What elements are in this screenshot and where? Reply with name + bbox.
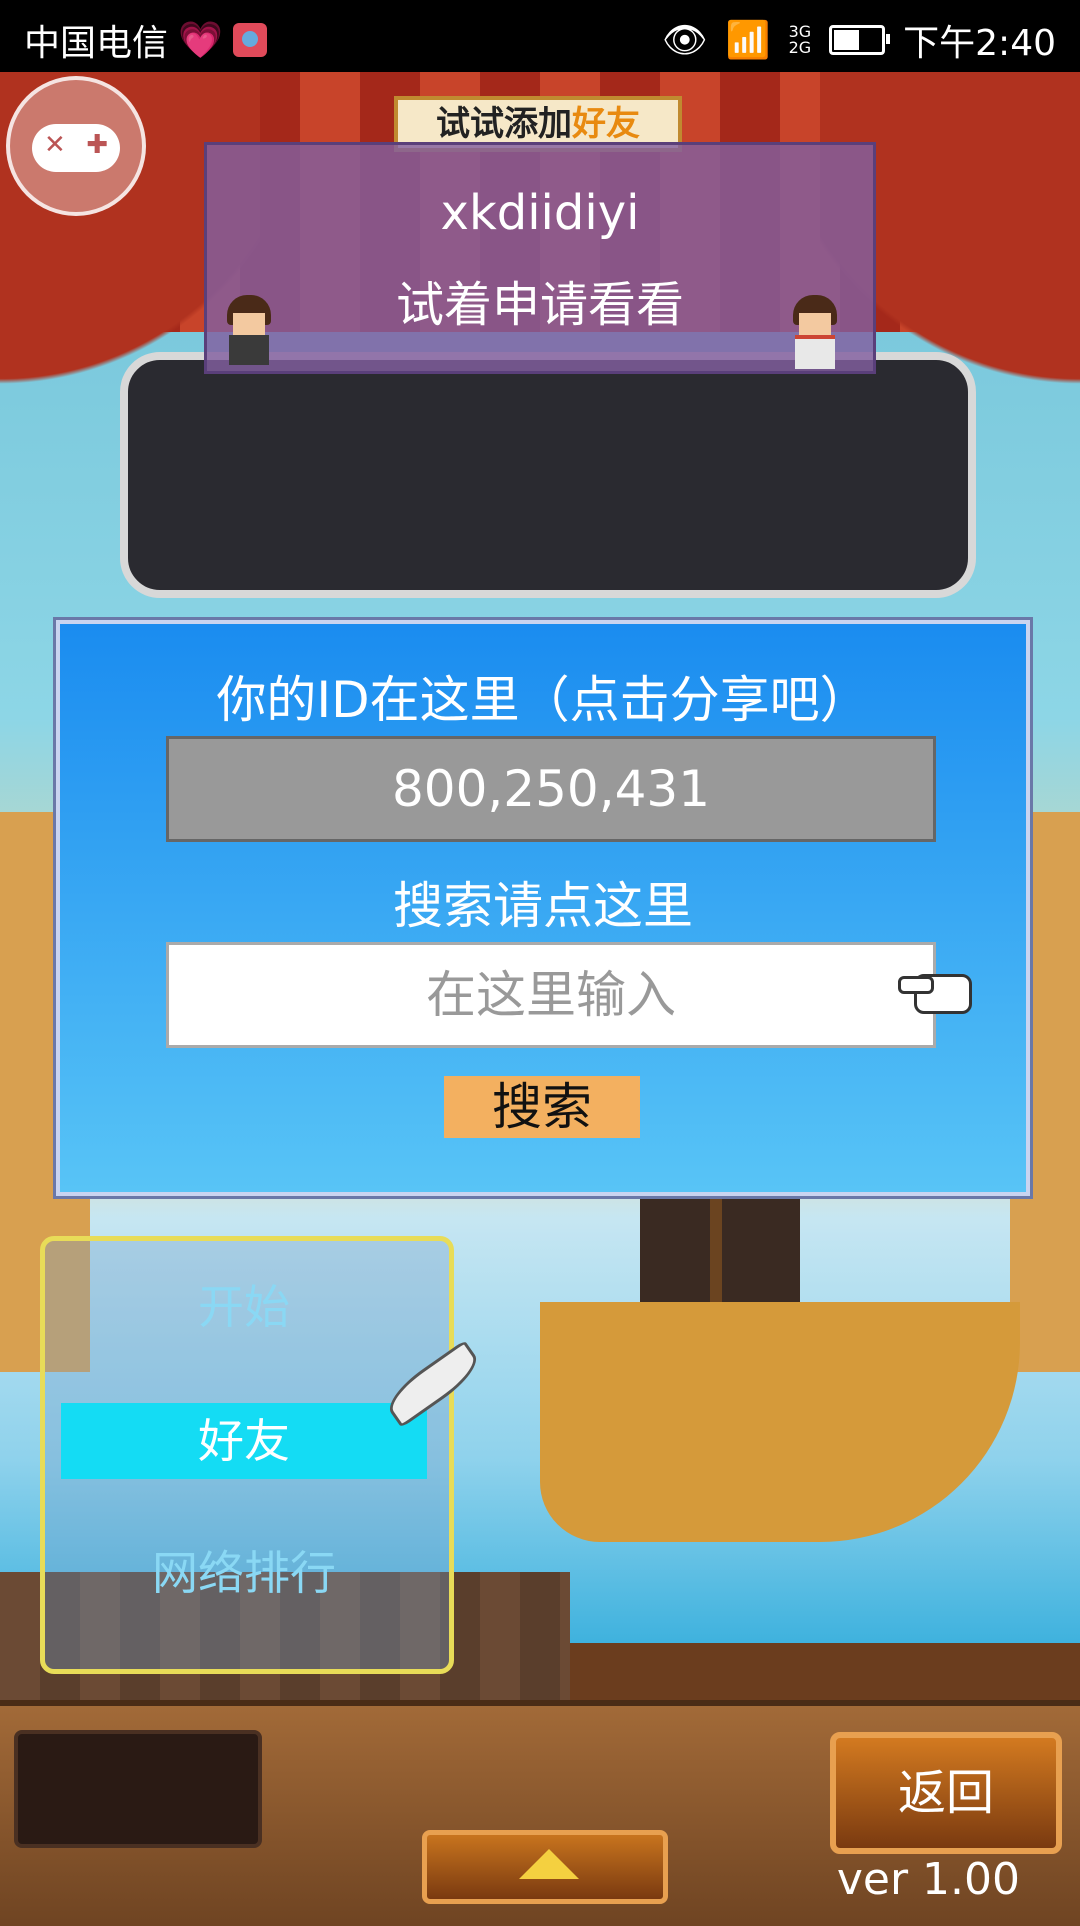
main-menu: 开始 好友 网络排行 — [40, 1236, 454, 1674]
suggested-friend-hint: 试着申请看看 — [395, 277, 684, 333]
eye-icon: 👁 — [662, 20, 708, 61]
girl-avatar-icon — [787, 295, 843, 369]
battery-icon — [829, 25, 891, 55]
network-type-indicator: 3G 2G — [788, 22, 812, 57]
up-arrow-icon — [519, 1849, 579, 1879]
version-label: ver 1.00 — [836, 1854, 1020, 1905]
back-button[interactable]: 返回 — [830, 1732, 1062, 1854]
suggested-friend-name: xkdiidiyi — [440, 185, 640, 241]
pirate-ship — [540, 1302, 1020, 1542]
search-button[interactable]: 搜索 — [444, 1076, 640, 1138]
wifi-icon: 📶 — [725, 20, 771, 61]
search-input[interactable]: 在这里输入 — [166, 942, 936, 1048]
search-title: 搜索请点这里 — [393, 877, 693, 935]
my-id-title[interactable]: 你的ID在这里（点击分享吧） — [60, 660, 1026, 732]
menu-item-start[interactable]: 开始 — [61, 1269, 427, 1345]
game-logo — [120, 352, 976, 598]
carrier-label: 中国电信 — [24, 23, 169, 64]
status-bar: 中国电信 💗 👁 📶 3G 2G 下午2:40 — [0, 0, 1080, 72]
menu-item-friends[interactable]: 好友 — [61, 1403, 427, 1479]
gamepad-button[interactable] — [6, 76, 146, 216]
menu-item-ranking[interactable]: 网络排行 — [61, 1535, 427, 1611]
clock: 下午2:40 — [903, 23, 1056, 64]
gamepad-icon — [32, 124, 120, 172]
expand-up-button[interactable] — [422, 1830, 668, 1904]
empty-slot — [14, 1730, 262, 1848]
heart-monitor-icon: 💗 — [178, 20, 223, 61]
friend-id-dialog: 你的ID在这里（点击分享吧） 800,250,431 搜索请点这里 在这里输入 … — [53, 617, 1033, 1199]
boy-avatar-icon — [221, 295, 277, 365]
my-id-display[interactable]: 800,250,431 — [166, 736, 936, 842]
pointing-hand-icon — [898, 966, 972, 1014]
app-notification-icon — [232, 23, 267, 57]
friend-suggestion-panel[interactable]: xkdiidiyi 试着申请看看 — [204, 142, 876, 374]
